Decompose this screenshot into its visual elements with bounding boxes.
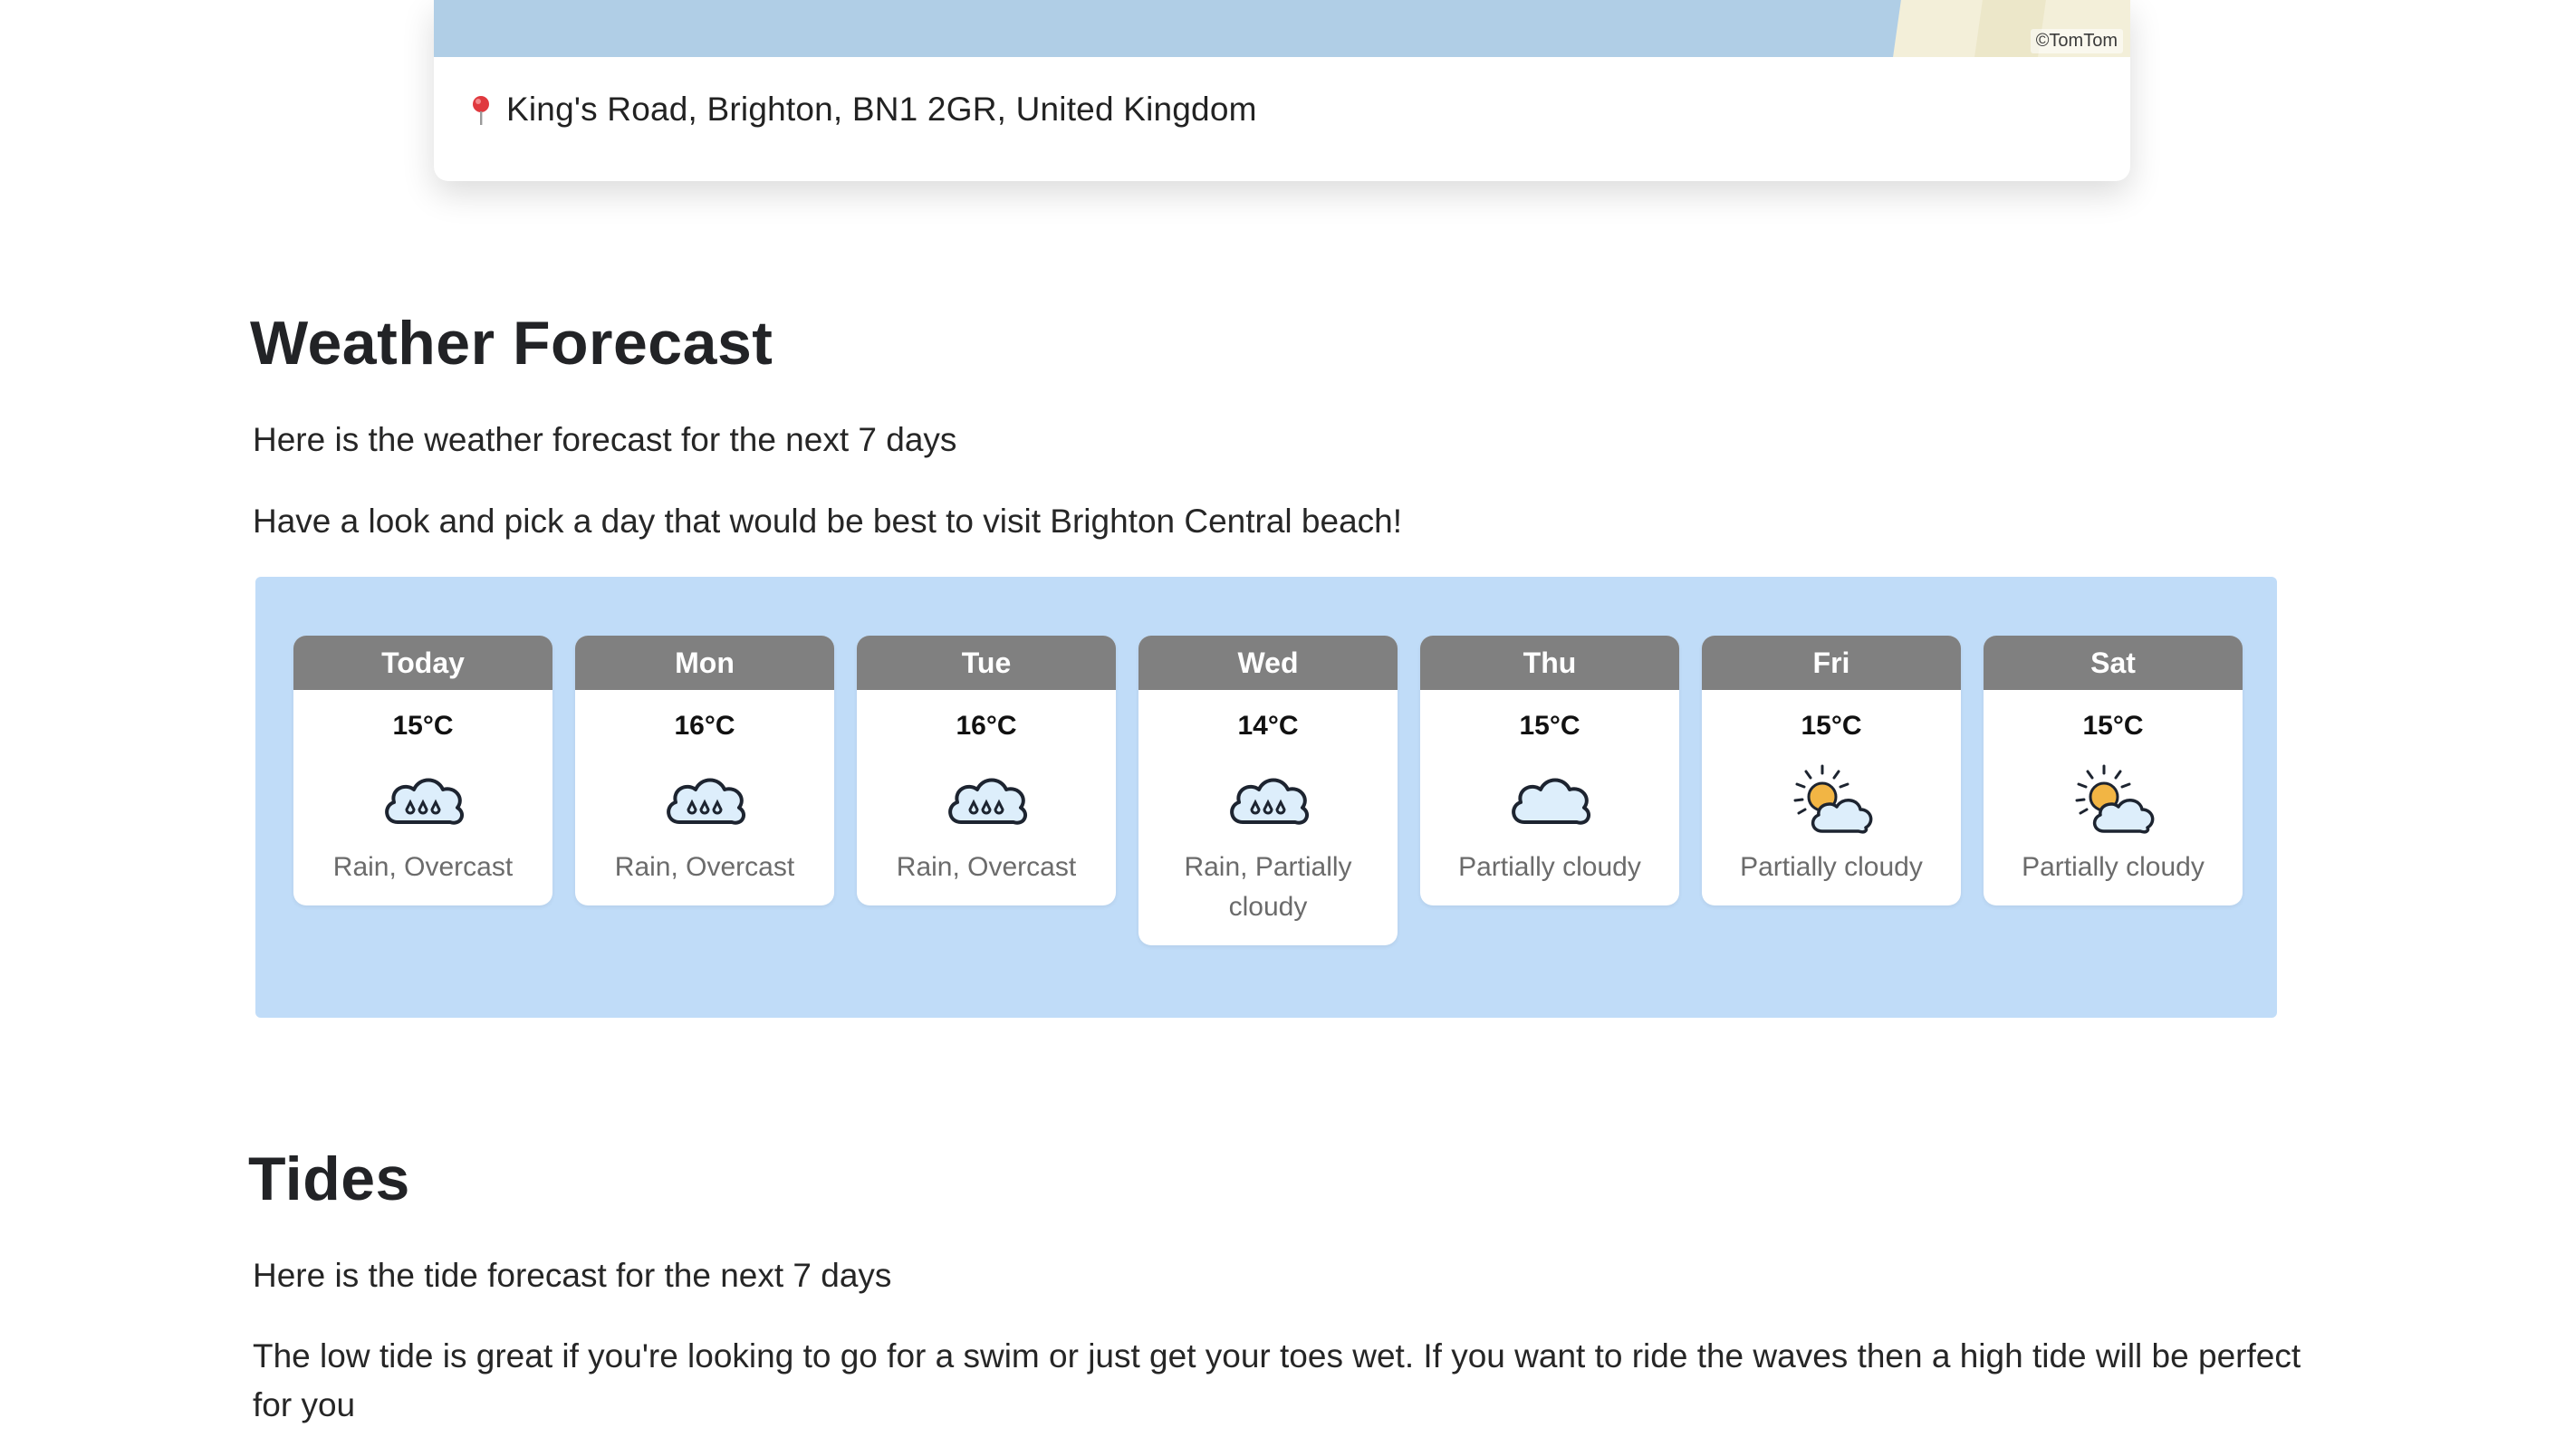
tides-body: The low tide is great if you're looking … [253, 1337, 2301, 1423]
forecast-day-label: Tue [857, 636, 1116, 690]
address-row: King's Road, Brighton, BN1 2GR, United K… [468, 91, 1257, 129]
sun-cloud-icon [2075, 764, 2155, 834]
forecast-description: Partially cloudy [2022, 852, 2205, 882]
forecast-day-card: Fri 15°C Partially cloudy [1702, 636, 1961, 905]
forecast-temperature: 16°C [674, 711, 735, 741]
forecast-day-label: Wed [1138, 636, 1398, 690]
map-pin-icon [473, 96, 489, 125]
forecast-temperature: 15°C [2082, 711, 2144, 741]
forecast-day-card: Sat 15°C Partially cloudy [1984, 636, 2243, 905]
tides-heading: Tides [248, 1145, 410, 1213]
forecast-temperature: 15°C [1519, 711, 1580, 741]
forecast-day-card: Tue 16°C Rain, Overcast [857, 636, 1116, 905]
forecast-description: Rain, Partially cloudy [1184, 852, 1352, 922]
forecast-description: Partially cloudy [1458, 852, 1641, 882]
rain-cloud-icon [1230, 778, 1310, 825]
forecast-day-label: Thu [1420, 636, 1679, 690]
map-view[interactable]: ©TomTom [434, 0, 2130, 57]
tides-intro: Here is the tide forecast for the next 7… [253, 1257, 892, 1294]
forecast-day-label: Mon [575, 636, 834, 690]
forecast-day-card: Mon 16°C Rain, Overcast [575, 636, 834, 905]
location-map-card: ©TomTom King's Road, Brighton, BN1 2GR, … [434, 0, 2130, 181]
forecast-temperature: 16°C [956, 711, 1017, 741]
rain-cloud-icon [667, 778, 746, 825]
forecast-temperature: 14°C [1237, 711, 1299, 741]
forecast-temperature: 15°C [1801, 711, 1862, 741]
forecast-day-label: Fri [1702, 636, 1961, 690]
forecast-day-card: Thu 15°C Partially cloudy [1420, 636, 1679, 905]
rain-cloud-icon [385, 778, 465, 825]
cloud-icon [1512, 778, 1591, 825]
weather-intro: Here is the weather forecast for the nex… [253, 421, 957, 458]
map-attribution[interactable]: ©TomTom [2030, 29, 2123, 53]
forecast-temperature: 15°C [392, 711, 454, 741]
address-text: King's Road, Brighton, BN1 2GR, United K… [506, 91, 1257, 128]
forecast-description: Partially cloudy [1740, 852, 1923, 882]
rain-cloud-icon [948, 778, 1028, 825]
forecast-description: Rain, Overcast [614, 852, 795, 882]
weather-prompt: Have a look and pick a day that would be… [253, 503, 1403, 540]
weather-forecast-panel: Today 15°C Rain, Overcast Mon 16°C Rain,… [255, 577, 2277, 1018]
forecast-day-card: Wed 14°C Rain, Partially cloudy [1138, 636, 1398, 945]
forecast-description: Rain, Overcast [896, 852, 1077, 882]
forecast-day-label: Today [293, 636, 552, 690]
forecast-day-label: Sat [1984, 636, 2243, 690]
forecast-day-card: Today 15°C Rain, Overcast [293, 636, 552, 905]
sun-cloud-icon [1793, 764, 1873, 834]
forecast-description: Rain, Overcast [332, 852, 514, 882]
weather-heading: Weather Forecast [250, 309, 773, 378]
